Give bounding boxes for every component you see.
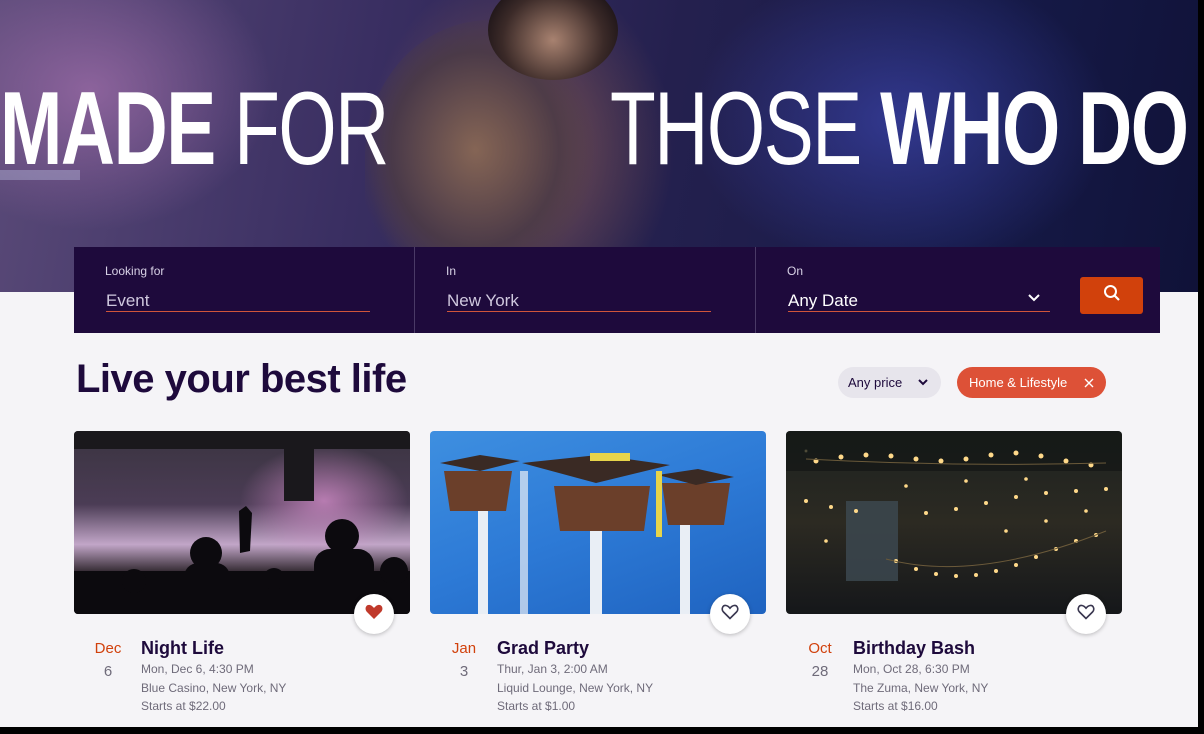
event-card[interactable]: Dec 6 Night Life Mon, Dec 6, 4:30 PM Blu… (74, 431, 410, 713)
date-label: On (787, 264, 804, 278)
heart-filled-icon (365, 604, 383, 625)
close-icon[interactable] (1084, 373, 1094, 397)
section-title: Live your best life (76, 357, 407, 401)
event-datetime: Mon, Oct 28, 6:30 PM (853, 662, 970, 676)
hero-headline-word: WHO DO (880, 71, 1189, 187)
event-card[interactable]: Jan 3 Grad Party Thur, Jan 3, 2:00 AM Li… (430, 431, 766, 713)
favorite-button[interactable] (1066, 594, 1106, 634)
looking-for-label: Looking for (105, 264, 165, 278)
event-price: Starts at $1.00 (497, 699, 576, 713)
event-day: 3 (459, 663, 469, 680)
event-day: 6 (103, 663, 113, 680)
chevron-down-icon[interactable] (1028, 291, 1040, 305)
heart-outline-icon (1077, 604, 1095, 625)
looking-for-field[interactable]: Looking for Event (74, 247, 415, 333)
hero-headline-word: MADE (0, 71, 216, 187)
event-image[interactable] (430, 431, 766, 614)
event-datetime: Thur, Jan 3, 2:00 AM (497, 662, 608, 676)
looking-for-input[interactable]: Event (106, 291, 149, 311)
hero-headline-right: THOSE WHO DO (610, 71, 1189, 187)
hero-headline-word: FOR (214, 71, 389, 187)
date-field[interactable]: On Any Date (756, 247, 1160, 333)
event-venue: The Zuma, New York, NY (853, 681, 989, 695)
search-button[interactable] (1080, 277, 1143, 314)
page: MADE FOR THOSE WHO DO Looking for Event … (0, 0, 1198, 727)
location-field[interactable]: In New York (415, 247, 756, 333)
event-month: Dec (94, 640, 122, 657)
date-underline (788, 311, 1050, 312)
event-image[interactable] (786, 431, 1122, 614)
event-day: 28 (811, 663, 829, 680)
location-input[interactable]: New York (447, 291, 519, 311)
location-underline (447, 311, 711, 312)
looking-for-underline (106, 311, 370, 312)
hero-headline-word: THOSE (610, 71, 881, 187)
heart-outline-icon (721, 604, 739, 625)
favorite-button[interactable] (710, 594, 750, 634)
price-filter-label: Any price (848, 375, 903, 390)
category-filter-chip[interactable]: Home & Lifestyle (957, 367, 1106, 398)
location-label: In (446, 264, 457, 278)
event-image[interactable] (74, 431, 410, 614)
event-title[interactable]: Birthday Bash (853, 638, 975, 659)
event-month: Oct (808, 640, 832, 657)
date-select[interactable]: Any Date (788, 291, 858, 311)
event-price: Starts at $16.00 (853, 699, 938, 713)
search-icon (1103, 284, 1121, 307)
event-venue: Liquid Lounge, New York, NY (497, 681, 654, 695)
chevron-down-icon (917, 375, 929, 392)
event-month: Jan (451, 640, 477, 657)
event-title[interactable]: Night Life (141, 638, 224, 659)
event-card[interactable]: Oct 28 Birthday Bash Mon, Oct 28, 6:30 P… (786, 431, 1122, 713)
search-bar: Looking for Event In New York On Any Dat… (74, 247, 1160, 333)
hero-headline-left: MADE FOR (0, 71, 389, 187)
event-datetime: Mon, Dec 6, 4:30 PM (141, 662, 254, 676)
category-filter-label: Home & Lifestyle (969, 375, 1068, 390)
event-venue: Blue Casino, New York, NY (141, 681, 287, 695)
favorite-button[interactable] (354, 594, 394, 634)
event-title[interactable]: Grad Party (497, 638, 589, 659)
price-filter-chip[interactable]: Any price (838, 367, 941, 398)
event-price: Starts at $22.00 (141, 699, 226, 713)
